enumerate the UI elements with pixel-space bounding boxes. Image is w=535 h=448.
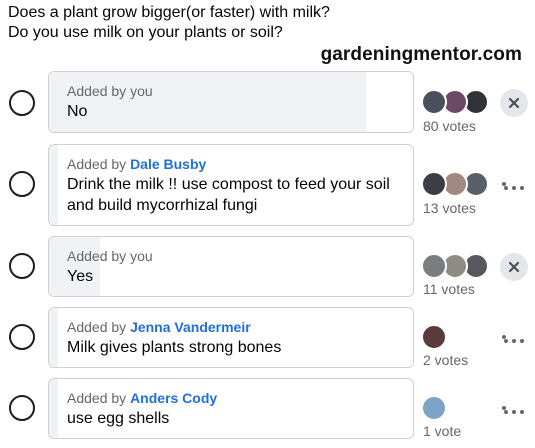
more-options-button[interactable] bbox=[502, 402, 526, 414]
vote-count[interactable]: 11 votes bbox=[423, 281, 475, 297]
option-content: Added by you Yes bbox=[49, 237, 413, 295]
option-text: Drink the milk !! use compost to feed yo… bbox=[67, 176, 390, 214]
avatar[interactable] bbox=[421, 171, 447, 197]
dot bbox=[512, 410, 516, 414]
dot bbox=[520, 186, 524, 190]
option-content: Added by Anders Cody use egg shells bbox=[49, 379, 413, 437]
option-radio[interactable] bbox=[9, 324, 35, 350]
author-link[interactable]: Dale Busby bbox=[130, 156, 206, 172]
added-by: Added by Dale Busby bbox=[67, 155, 403, 173]
added-by-prefix: Added by bbox=[67, 156, 131, 172]
option-radio[interactable] bbox=[9, 171, 35, 197]
author-link[interactable]: Jenna Vandermeir bbox=[130, 319, 251, 335]
added-by-prefix: Added by bbox=[67, 390, 131, 406]
option-radio[interactable] bbox=[9, 395, 35, 421]
added-by: Added by Jenna Vandermeir bbox=[67, 318, 403, 336]
vote-count[interactable]: 80 votes bbox=[423, 118, 476, 134]
option-radio[interactable] bbox=[9, 253, 35, 279]
poll-option[interactable]: Added by Anders Cody use egg shells bbox=[48, 378, 414, 439]
poll-option[interactable]: Added by you Yes bbox=[48, 236, 414, 297]
added-by: Added by you bbox=[67, 82, 403, 100]
option-text: No bbox=[67, 103, 88, 120]
dot bbox=[512, 339, 516, 343]
more-options-button[interactable] bbox=[502, 178, 526, 190]
option-content: Added by Jenna Vandermeir Milk gives plan… bbox=[49, 308, 413, 366]
dot bbox=[504, 186, 508, 190]
dot bbox=[504, 339, 508, 343]
more-icon bbox=[502, 335, 524, 343]
more-options-button[interactable] bbox=[502, 331, 526, 343]
vote-count[interactable]: 2 votes bbox=[423, 352, 468, 368]
avatar[interactable] bbox=[421, 253, 447, 279]
added-by: Added by Anders Cody bbox=[67, 389, 403, 407]
question-line-2: Do you use milk on your plants or soil? bbox=[8, 24, 283, 41]
dot bbox=[512, 186, 516, 190]
more-icon bbox=[502, 406, 524, 414]
question-line-1: Does a plant grow bigger(or faster) with… bbox=[8, 4, 330, 21]
vote-count[interactable]: 1 vote bbox=[423, 423, 461, 439]
author-link[interactable]: Anders Cody bbox=[130, 390, 217, 406]
added-by-prefix: Added by bbox=[67, 319, 131, 335]
added-by-prefix: Added by bbox=[67, 248, 131, 264]
option-text: use egg shells bbox=[67, 410, 170, 427]
remove-option-button[interactable] bbox=[500, 89, 528, 117]
dot bbox=[520, 339, 524, 343]
option-content: Added by Dale Busby Drink the milk !! use… bbox=[49, 145, 413, 224]
watermark: gardeningmentor.com bbox=[320, 44, 522, 65]
poll-option[interactable]: Added by Dale Busby Drink the milk !! use… bbox=[48, 144, 414, 226]
added-by-prefix: Added by bbox=[67, 83, 131, 99]
vote-count[interactable]: 13 votes bbox=[423, 200, 476, 216]
dot bbox=[520, 410, 524, 414]
avatar[interactable] bbox=[421, 89, 447, 115]
poll-option[interactable]: Added by you No bbox=[48, 71, 414, 133]
dot bbox=[504, 410, 508, 414]
option-radio[interactable] bbox=[9, 90, 35, 116]
option-content: Added by you No bbox=[49, 72, 413, 130]
more-icon bbox=[502, 182, 524, 190]
author-name: you bbox=[130, 248, 153, 264]
added-by: Added by you bbox=[67, 247, 403, 265]
avatar[interactable] bbox=[421, 395, 447, 421]
poll-option[interactable]: Added by Jenna Vandermeir Milk gives plan… bbox=[48, 307, 414, 368]
avatar[interactable] bbox=[421, 324, 447, 350]
option-text: Yes bbox=[67, 268, 94, 285]
poll-question: Does a plant grow bigger(or faster) with… bbox=[8, 3, 528, 43]
option-text: Milk gives plants strong bones bbox=[67, 339, 282, 356]
author-name: you bbox=[130, 83, 153, 99]
remove-option-button[interactable] bbox=[500, 253, 528, 281]
